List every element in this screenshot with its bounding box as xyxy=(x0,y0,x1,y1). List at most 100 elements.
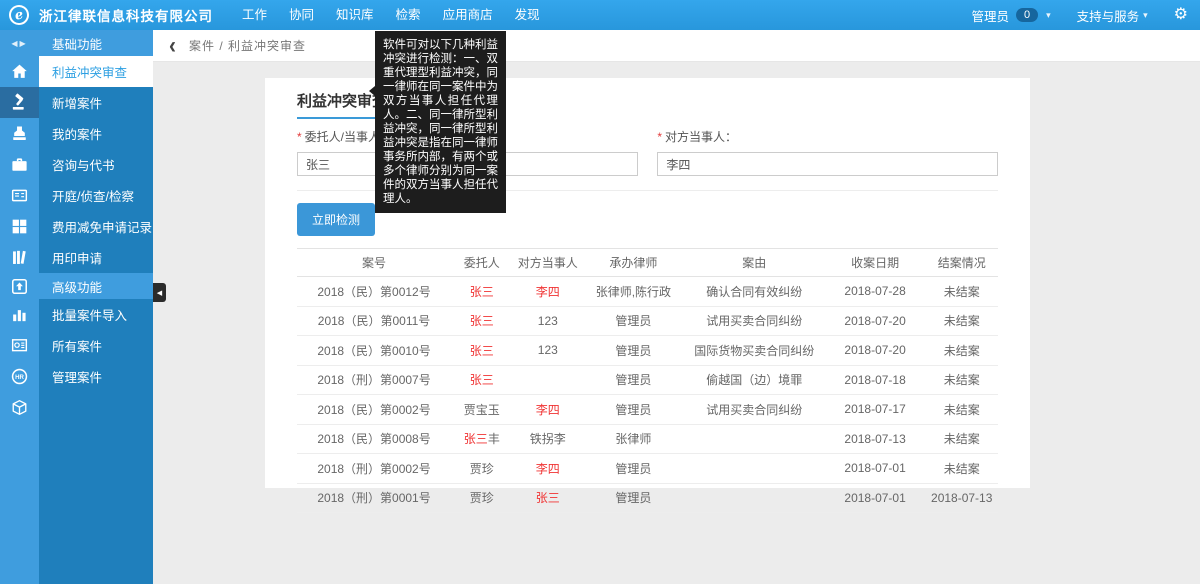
required-mark: * xyxy=(657,130,662,144)
sidebar-item[interactable]: 开庭/侦查/检察 xyxy=(39,180,153,211)
topnav-item[interactable]: 知识库 xyxy=(325,0,385,30)
support-menu[interactable]: 支持与服务 ▾ xyxy=(1077,6,1148,25)
table-cell: 张三 xyxy=(451,277,512,307)
sidebar-collapse-tab[interactable]: ◀ xyxy=(153,283,166,302)
sidebar-item[interactable]: 用印申请 xyxy=(39,242,153,273)
support-label: 支持与服务 xyxy=(1077,6,1140,25)
conflict-help-tooltip: 软件可对以下几种利益冲突进行检测：一、双重代理型利益冲突，同一律师在同一案件中为… xyxy=(375,31,506,213)
sidebar-item xyxy=(39,392,153,423)
table-row: 2018（民）第0010号张三123管理员国际货物买卖合同纠纷2018-07-2… xyxy=(297,336,998,366)
table-cell: 2018-07-20 xyxy=(825,336,926,366)
sidebar-item[interactable]: 咨询与代书 xyxy=(39,149,153,180)
sidebar-menu: 基础功能利益冲突审查新增案件我的案件咨询与代书开庭/侦查/检察费用减免申请记录用… xyxy=(39,30,153,584)
back-chevron-icon[interactable]: ‹ xyxy=(169,34,176,57)
table-cell xyxy=(684,424,825,454)
grid-icon[interactable] xyxy=(0,211,39,242)
breadcrumb: 案件 / 利益冲突审查 xyxy=(189,37,306,54)
briefcase-icon[interactable] xyxy=(0,149,39,180)
table-cell: 张律师 xyxy=(583,424,684,454)
topnav-item[interactable]: 协同 xyxy=(278,0,325,30)
home-icon[interactable] xyxy=(0,56,39,87)
topbar-right: 管理员 0 ▾ 支持与服务 ▾ ⚙ xyxy=(971,6,1188,25)
table-row: 2018（民）第0012号张三李四张律师,陈行政确认合同有效纠纷2018-07-… xyxy=(297,277,998,307)
table-cell: 张三丰 xyxy=(451,424,512,454)
topnav-item[interactable]: 应用商店 xyxy=(432,0,504,30)
table-row: 2018（民）第0008号张三丰铁拐李张律师2018-07-13未结案 xyxy=(297,424,998,454)
sidebar-item[interactable]: 利益冲突审查 xyxy=(39,56,153,87)
table-cell: 确认合同有效纠纷 xyxy=(684,277,825,307)
cube-icon[interactable] xyxy=(0,392,39,423)
table-cell: 2018-07-17 xyxy=(825,395,926,425)
sidebar-item[interactable]: 所有案件 xyxy=(39,330,153,361)
table-cell: 偷越国（边）境罪 xyxy=(684,365,825,395)
table-cell: 国际货物买卖合同纠纷 xyxy=(684,336,825,366)
table-cell: 张三 xyxy=(451,306,512,336)
breadcrumb-bar: ‹ 案件 / 利益冲突审查 xyxy=(153,30,1200,62)
table-cell: 李四 xyxy=(513,454,584,484)
topnav-item[interactable]: 工作 xyxy=(231,0,278,30)
barchart-icon[interactable] xyxy=(0,299,39,330)
user-menu[interactable]: 管理员 0 ▾ xyxy=(971,6,1050,25)
sidebar-item[interactable]: 新增案件 xyxy=(39,87,153,118)
column-header: 结案情况 xyxy=(925,249,998,277)
idcard-icon[interactable] xyxy=(0,180,39,211)
topnav-item[interactable]: 发现 xyxy=(504,0,551,30)
table-cell: 2018（刑）第0007号 xyxy=(297,365,451,395)
opponent-field-label: *对方当事人： xyxy=(657,128,998,145)
table-cell: 未结案 xyxy=(925,424,998,454)
check-now-button[interactable]: 立即检测 xyxy=(297,203,375,236)
collapse-arrows-icon[interactable]: ◀▶ xyxy=(0,30,39,56)
table-cell xyxy=(684,454,825,484)
table-cell: 李四 xyxy=(513,277,584,307)
books-icon[interactable] xyxy=(0,242,39,273)
table-cell: 未结案 xyxy=(925,454,998,484)
table-cell: 2018（民）第0011号 xyxy=(297,306,451,336)
sidebar-item[interactable]: 管理案件 xyxy=(39,361,153,392)
sidebar-item[interactable]: 费用减免申请记录 xyxy=(39,211,153,242)
hr-icon[interactable]: HR xyxy=(0,361,39,392)
table-cell: 试用买卖合同纠纷 xyxy=(684,306,825,336)
table-cell: 管理员 xyxy=(583,365,684,395)
table-cell: 贾珍 xyxy=(451,483,512,513)
table-cell: 2018-07-20 xyxy=(825,306,926,336)
column-header: 收案日期 xyxy=(825,249,926,277)
upload-icon[interactable] xyxy=(0,273,39,299)
gavel-icon[interactable] xyxy=(0,87,39,118)
table-row: 2018（民）第0011号张三123管理员试用买卖合同纠纷2018-07-20未… xyxy=(297,306,998,336)
report-icon[interactable] xyxy=(0,330,39,361)
topnav-item[interactable]: 检索 xyxy=(385,0,432,30)
column-header: 案由 xyxy=(684,249,825,277)
column-header: 委托人 xyxy=(451,249,512,277)
sidebar-item[interactable]: 批量案件导入 xyxy=(39,299,153,330)
stamp-icon[interactable] xyxy=(0,118,39,149)
table-cell: 张三 xyxy=(451,365,512,395)
opponent-input[interactable] xyxy=(657,152,998,176)
table-cell: 李四 xyxy=(513,395,584,425)
table-cell: 未结案 xyxy=(925,306,998,336)
chevron-down-icon: ▾ xyxy=(1143,10,1148,21)
table-cell: 2018（民）第0012号 xyxy=(297,277,451,307)
table-cell: 张三 xyxy=(513,483,584,513)
table-cell: 试用买卖合同纠纷 xyxy=(684,395,825,425)
table-cell: 2018-07-18 xyxy=(825,365,926,395)
sidebar-item[interactable]: 我的案件 xyxy=(39,118,153,149)
app-logo-icon: e xyxy=(7,3,31,27)
table-cell: 2018（民）第0010号 xyxy=(297,336,451,366)
svg-text:HR: HR xyxy=(15,374,24,381)
sidebar-icon-strip: ◀▶ HR xyxy=(0,30,39,584)
table-cell xyxy=(513,365,584,395)
table-cell: 管理员 xyxy=(583,306,684,336)
table-cell: 2018（刑）第0001号 xyxy=(297,483,451,513)
table-row: 2018（刑）第0007号张三管理员偷越国（边）境罪2018-07-18未结案 xyxy=(297,365,998,395)
top-nav: 工作协同知识库检索应用商店发现 xyxy=(231,0,551,30)
column-header: 对方当事人 xyxy=(513,249,584,277)
table-cell: 2018-07-01 xyxy=(825,454,926,484)
table-cell: 123 xyxy=(513,336,584,366)
table-cell: 管理员 xyxy=(583,336,684,366)
table-cell: 未结案 xyxy=(925,277,998,307)
column-header: 承办律师 xyxy=(583,249,684,277)
notification-badge: 0 xyxy=(1016,8,1038,22)
table-cell: 2018-07-28 xyxy=(825,277,926,307)
table-cell: 未结案 xyxy=(925,395,998,425)
gear-icon[interactable]: ⚙ xyxy=(1174,7,1188,23)
